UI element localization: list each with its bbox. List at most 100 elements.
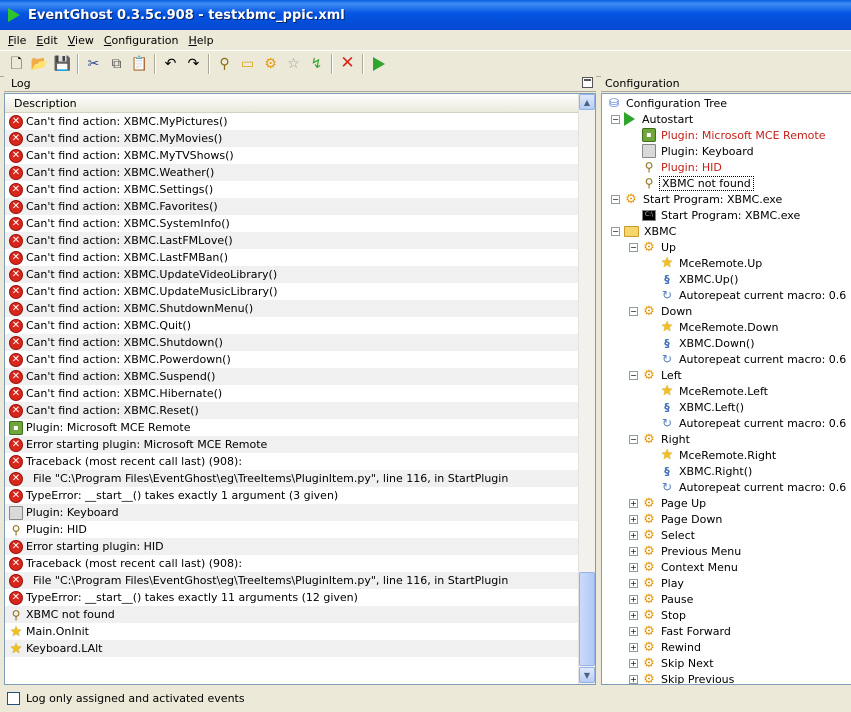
tree-item[interactable]: ⚲ Plugin: HID [629, 159, 724, 175]
tree-item[interactable]: § XBMC.Left() [647, 399, 746, 415]
log-column-header[interactable]: Description [5, 94, 580, 113]
tree-item[interactable]: + ⚙ Play [629, 575, 686, 591]
add-folder-icon[interactable]: ▭ [236, 53, 259, 75]
log-row[interactable]: ⚲ Plugin: HID [5, 521, 580, 538]
log-row[interactable]: ✕ TypeError: __start__() takes exactly 1 … [5, 487, 580, 504]
log-row[interactable]: ✕ Can't find action: XBMC.UpdateMusicLibr… [5, 283, 580, 300]
log-row[interactable]: ✕ Can't find action: XBMC.Shutdown() [5, 334, 580, 351]
expand-toggle[interactable]: + [629, 578, 638, 588]
collapse-toggle[interactable]: − [611, 114, 620, 124]
tree-item[interactable]: ★ MceRemote.Up [647, 255, 764, 271]
expand-toggle[interactable]: + [629, 594, 638, 604]
menu-item-view[interactable]: View [63, 34, 99, 47]
open-folder-icon[interactable]: 📂 [28, 53, 51, 75]
tree-item[interactable]: ▪ Plugin: Microsoft MCE Remote [629, 127, 828, 143]
tree-item[interactable]: C:\ Start Program: XBMC.exe [629, 207, 802, 223]
log-row[interactable]: ✕ Can't find action: XBMC.MyPictures() [5, 113, 580, 130]
tree-item[interactable]: + ⚙ Page Down [629, 511, 724, 527]
cut-icon[interactable]: ✂ [82, 53, 105, 75]
tree-item[interactable]: − ⚙ Right [629, 431, 692, 447]
log-row[interactable]: ✕ Can't find action: XBMC.Suspend() [5, 368, 580, 385]
tree-item[interactable]: Plugin: Keyboard [629, 143, 756, 159]
log-row[interactable]: ★ Keyboard.LAlt [5, 640, 580, 657]
log-row[interactable]: Plugin: Keyboard [5, 504, 580, 521]
copy-icon[interactable]: ⧉ [105, 53, 128, 75]
new-file-icon[interactable]: 🗋 [5, 53, 28, 75]
scroll-up-button[interactable]: ▲ [579, 94, 595, 110]
log-row[interactable]: ✕ Can't find action: XBMC.Settings() [5, 181, 580, 198]
tree-item[interactable]: ↻ Autorepeat current macro: 0.6 [647, 351, 848, 367]
log-row[interactable]: ✕ Can't find action: XBMC.LastFMLove() [5, 232, 580, 249]
execute-icon[interactable] [367, 53, 390, 75]
tree-item[interactable]: ★ MceRemote.Down [647, 319, 780, 335]
collapse-toggle[interactable]: − [611, 194, 620, 204]
log-row[interactable]: ✕ Can't find action: XBMC.MyTVShows() [5, 147, 580, 164]
tree-item[interactable]: § XBMC.Right() [647, 463, 754, 479]
log-row[interactable]: ✕ Can't find action: XBMC.Weather() [5, 164, 580, 181]
log-row[interactable]: ✕ Can't find action: XBMC.UpdateVideoLibr… [5, 266, 580, 283]
tree-item[interactable]: ↻ Autorepeat current macro: 0.6 [647, 287, 848, 303]
expand-toggle[interactable]: + [629, 642, 638, 652]
tree-item[interactable]: − Autostart [611, 111, 695, 127]
log-row[interactable]: ▪ Plugin: Microsoft MCE Remote [5, 419, 580, 436]
tree-item[interactable]: § XBMC.Up() [647, 271, 740, 287]
expand-toggle[interactable]: + [629, 626, 638, 636]
tree-item[interactable]: ⚲ XBMC not found [629, 175, 754, 191]
log-row[interactable]: ✕ Error starting plugin: Microsoft MCE Re… [5, 436, 580, 453]
tree-item[interactable]: + ⚙ Context Menu [629, 559, 740, 575]
log-row[interactable]: ★ Main.OnInit [5, 623, 580, 640]
log-row[interactable]: ✕ Can't find action: XBMC.Powerdown() [5, 351, 580, 368]
expand-toggle[interactable]: + [629, 610, 638, 620]
log-scrollbar[interactable]: ▲ ▼ [578, 94, 595, 684]
tree-item[interactable]: + ⚙ Fast Forward [629, 623, 733, 639]
expand-toggle[interactable]: + [629, 546, 638, 556]
collapse-toggle[interactable]: − [629, 434, 638, 444]
log-row[interactable]: ✕ Traceback (most recent call last) (908)… [5, 555, 580, 572]
log-row[interactable]: ✕ File "C:\Program Files\EventGhost\eg\T… [5, 470, 580, 487]
tree-item[interactable]: + ⚙ Page Up [629, 495, 708, 511]
undo-icon[interactable]: ↶ [159, 53, 182, 75]
log-row[interactable]: ✕ Traceback (most recent call last) (908)… [5, 453, 580, 470]
tree-item[interactable]: + ⚙ Skip Next [629, 655, 716, 671]
tree-item[interactable]: + ⚙ Previous Menu [629, 543, 743, 559]
tree-item[interactable]: ⛁ Configuration Tree [607, 95, 729, 111]
menu-item-help[interactable]: Help [183, 34, 218, 47]
expand-toggle[interactable]: + [629, 498, 638, 508]
log-row[interactable]: ✕ Can't find action: XBMC.Hibernate() [5, 385, 580, 402]
pane-restore-button[interactable] [582, 77, 593, 88]
tree-item[interactable]: − ⚙ Up [629, 239, 678, 255]
scroll-down-button[interactable]: ▼ [579, 667, 595, 683]
add-plugin-icon[interactable]: ⚲ [213, 53, 236, 75]
tree-item[interactable]: § XBMC.Down() [647, 335, 757, 351]
tree-item[interactable]: − ⚙ Down [629, 303, 694, 319]
expand-toggle[interactable]: + [629, 658, 638, 668]
scroll-thumb[interactable] [579, 572, 595, 666]
add-action-icon[interactable]: ↯ [305, 53, 328, 75]
tree-item[interactable]: + ⚙ Pause [629, 591, 695, 607]
tree-item[interactable]: ★ MceRemote.Right [647, 447, 778, 463]
disable-icon[interactable]: ✕ [336, 53, 359, 75]
log-row[interactable]: ✕ Can't find action: XBMC.Reset() [5, 402, 580, 419]
menu-item-file[interactable]: File [3, 34, 31, 47]
add-event-icon[interactable]: ☆ [282, 53, 305, 75]
collapse-toggle[interactable]: − [629, 370, 638, 380]
log-row[interactable]: ⚲ XBMC not found [5, 606, 580, 623]
menu-item-configuration[interactable]: Configuration [99, 34, 184, 47]
paste-icon[interactable]: 📋 [128, 53, 151, 75]
log-row[interactable]: ✕ Can't find action: XBMC.Quit() [5, 317, 580, 334]
log-row[interactable]: ✕ Can't find action: XBMC.SystemInfo() [5, 215, 580, 232]
log-row[interactable]: ✕ Can't find action: XBMC.LastFMBan() [5, 249, 580, 266]
tree-item[interactable]: ↻ Autorepeat current macro: 0.6 [647, 479, 848, 495]
collapse-toggle[interactable]: − [611, 226, 620, 236]
expand-toggle[interactable]: + [629, 514, 638, 524]
menu-item-edit[interactable]: Edit [31, 34, 62, 47]
log-row[interactable]: ✕ Can't find action: XBMC.MyMovies() [5, 130, 580, 147]
expand-toggle[interactable]: + [629, 530, 638, 540]
log-row[interactable]: ✕ TypeError: __start__() takes exactly 11… [5, 589, 580, 606]
tree-item[interactable]: − ⚙ Left [629, 367, 684, 383]
add-macro-icon[interactable]: ⚙ [259, 53, 282, 75]
log-row[interactable]: ✕ File "C:\Program Files\EventGhost\eg\T… [5, 572, 580, 589]
collapse-toggle[interactable]: − [629, 306, 638, 316]
log-filter-checkbox[interactable] [7, 691, 20, 705]
tree-item[interactable]: + ⚙ Rewind [629, 639, 703, 655]
